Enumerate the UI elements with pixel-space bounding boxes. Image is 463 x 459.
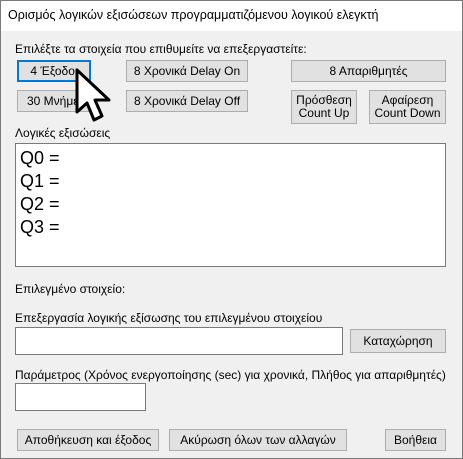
- count-up-button-line2: Count Up: [298, 106, 350, 120]
- equations-label: Λογικές εξισώσεις: [15, 126, 111, 140]
- save-and-exit-button[interactable]: Αποθήκευση και έξοδος: [17, 429, 159, 451]
- count-down-button[interactable]: Αφαίρεση Count Down: [369, 90, 446, 124]
- equation-line: Q3 =: [20, 217, 60, 237]
- counters-button[interactable]: 8 Απαριθμητές: [291, 60, 446, 82]
- register-button[interactable]: Καταχώρηση: [350, 329, 446, 353]
- count-down-button-line2: Count Down: [374, 106, 441, 120]
- help-button[interactable]: Βοήθεια: [385, 429, 446, 451]
- equation-line: Q2 =: [20, 194, 60, 214]
- timer-delay-on-button[interactable]: 8 Χρονικά Delay On: [126, 60, 248, 82]
- window-title: Ορισμός λογικών εξισώσεων προγραμματιζόμ…: [8, 8, 379, 22]
- elements-section-label: Επιλέξτε τα στοιχεία που επιθυμείτε να ε…: [15, 42, 307, 56]
- equation-line: Q0 =: [20, 148, 60, 168]
- edit-equation-input[interactable]: [15, 327, 343, 355]
- parameter-label: Παράμετρος (Χρόνος ενεργοποίησης (sec) γ…: [15, 368, 446, 382]
- edit-equation-label: Επεξεργασία λογικής εξίσωσης του επιλεγμ…: [15, 311, 323, 325]
- equation-line: Q1 =: [20, 171, 60, 191]
- title-bar: Ορισμός λογικών εξισώσεων προγραμματιζόμ…: [1, 1, 462, 31]
- parameter-input[interactable]: [15, 383, 146, 411]
- selected-element-label: Επιλεγμένο στοιχείο:: [15, 282, 126, 296]
- mouse-pointer-icon: [75, 68, 111, 122]
- timer-delay-off-button[interactable]: 8 Χρονικά Delay Off: [126, 90, 248, 112]
- equations-textbox[interactable]: Q0 = Q1 = Q2 = Q3 =: [15, 143, 446, 267]
- plc-equations-window: Ορισμός λογικών εξισώσεων προγραμματιζόμ…: [0, 0, 463, 459]
- count-up-button[interactable]: Πρόσθεση Count Up: [291, 90, 357, 124]
- cancel-all-changes-button[interactable]: Ακύρωση όλων των αλλαγών: [169, 429, 347, 451]
